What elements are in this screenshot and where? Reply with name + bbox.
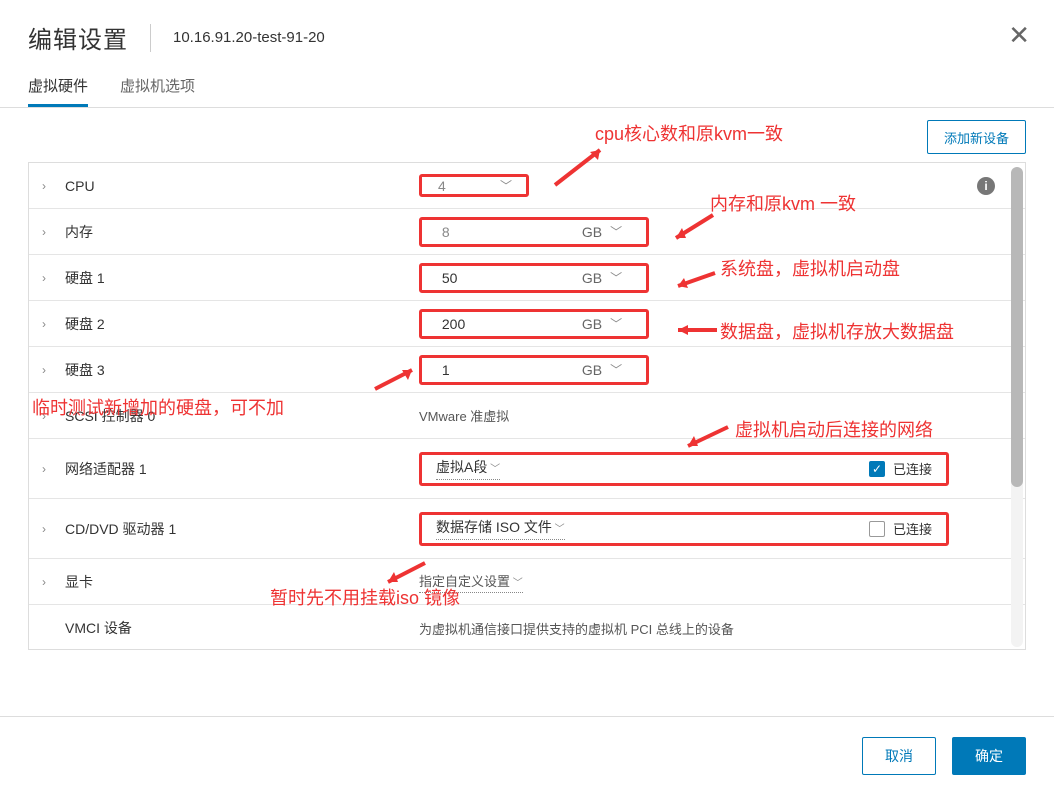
disk1-size-field[interactable]: GB ﹀ (419, 263, 649, 293)
cd-source-select[interactable]: 数据存储 ISO 文件 (436, 517, 565, 540)
ok-button[interactable]: 确定 (952, 737, 1026, 775)
row-network-adapter: › 网络适配器 1 虚拟A段 ✓ 已连接 (29, 439, 1025, 499)
row-memory: › 内存 GB ﹀ (29, 209, 1025, 255)
row-nic-label: 网络适配器 1 (59, 459, 419, 479)
row-vmci-value: 为虚拟机通信接口提供支持的虚拟机 PCI 总线上的设备 (419, 619, 734, 638)
tab-bar: 虚拟硬件 虚拟机选项 (0, 65, 1054, 108)
row-disk-3-label: 硬盘 3 (59, 360, 419, 380)
cd-connected-checkbox[interactable] (869, 521, 885, 537)
row-disk-1-label: 硬盘 1 (59, 268, 419, 288)
disk2-size-input[interactable] (432, 312, 572, 336)
chevron-down-icon: ﹀ (610, 315, 622, 332)
row-disk-2-label: 硬盘 2 (59, 314, 419, 334)
title-divider (150, 24, 151, 52)
row-scsi-label: SCSI 控制器 0 (59, 406, 419, 426)
expand-icon[interactable]: › (29, 179, 59, 193)
chevron-down-icon: ﹀ (610, 269, 622, 286)
chevron-down-icon: ﹀ (610, 361, 622, 378)
expand-icon[interactable]: › (29, 522, 59, 536)
vm-name: 10.16.91.20-test-91-20 (173, 29, 325, 46)
disk1-unit-select[interactable]: GB ﹀ (572, 269, 636, 286)
hardware-panel: › CPU 4 ﹀ i › 内存 GB (28, 162, 1026, 650)
row-vmci: VMCI 设备 为虚拟机通信接口提供支持的虚拟机 PCI 总线上的设备 (29, 605, 1025, 649)
expand-icon[interactable]: › (29, 409, 59, 423)
disk2-unit-select[interactable]: GB ﹀ (572, 315, 636, 332)
expand-icon[interactable]: › (29, 363, 59, 377)
nic-connected-checkbox[interactable]: ✓ (869, 461, 885, 477)
nic-network-select[interactable]: 虚拟A段 (436, 457, 500, 480)
memory-size-input[interactable] (432, 220, 572, 244)
row-cd-dvd: › CD/DVD 驱动器 1 数据存储 ISO 文件 已连接 (29, 499, 1025, 559)
row-cpu: › CPU 4 ﹀ i (29, 163, 1025, 209)
modal-header: 编辑设置 10.16.91.20-test-91-20 ✕ (0, 0, 1054, 65)
modal-footer: 取消 确定 (0, 716, 1054, 795)
row-scsi-value: VMware 准虚拟 (419, 406, 509, 425)
row-cpu-label: CPU (59, 178, 419, 194)
cd-connected-label: 已连接 (893, 519, 932, 538)
expand-icon[interactable]: › (29, 271, 59, 285)
tab-vm-options[interactable]: 虚拟机选项 (120, 75, 195, 107)
disk3-unit-select[interactable]: GB ﹀ (572, 361, 636, 378)
row-memory-label: 内存 (59, 222, 419, 242)
row-disk-1: › 硬盘 1 GB ﹀ (29, 255, 1025, 301)
info-icon[interactable]: i (977, 177, 995, 195)
expand-icon[interactable]: › (29, 225, 59, 239)
disk3-size-input[interactable] (432, 358, 572, 382)
chevron-down-icon: ﹀ (610, 223, 622, 240)
expand-icon[interactable]: › (29, 317, 59, 331)
row-disk-3: › 硬盘 3 GB ﹀ (29, 347, 1025, 393)
scrollbar-thumb[interactable] (1011, 167, 1023, 487)
disk1-size-input[interactable] (432, 266, 572, 290)
close-icon[interactable]: ✕ (1008, 22, 1030, 48)
row-disk-2: › 硬盘 2 GB ﹀ (29, 301, 1025, 347)
disk3-unit-value: GB (582, 362, 602, 378)
cd-connected-checkbox-wrap: 已连接 (869, 519, 932, 538)
memory-unit-select[interactable]: GB ﹀ (572, 223, 636, 240)
nic-network-field: 虚拟A段 ✓ 已连接 (419, 452, 949, 486)
chevron-down-icon: ﹀ (500, 177, 526, 194)
disk2-size-field[interactable]: GB ﹀ (419, 309, 649, 339)
disk3-size-field[interactable]: GB ﹀ (419, 355, 649, 385)
cpu-count-select[interactable]: 4 ﹀ (419, 174, 529, 197)
add-new-device-button[interactable]: 添加新设备 (927, 120, 1026, 154)
disk1-unit-value: GB (582, 270, 602, 286)
row-gpu-label: 显卡 (59, 572, 419, 592)
row-vmci-label: VMCI 设备 (59, 618, 419, 638)
edit-settings-modal: 编辑设置 10.16.91.20-test-91-20 ✕ 虚拟硬件 虚拟机选项… (0, 0, 1054, 795)
cpu-count-value: 4 (422, 178, 500, 194)
memory-unit-value: GB (582, 224, 602, 240)
row-video-card: › 显卡 指定自定义设置 (29, 559, 1025, 605)
tab-virtual-hardware[interactable]: 虚拟硬件 (28, 75, 88, 107)
row-cd-label: CD/DVD 驱动器 1 (59, 519, 419, 539)
disk2-unit-value: GB (582, 316, 602, 332)
modal-title: 编辑设置 (28, 20, 128, 55)
row-scsi-controller: › SCSI 控制器 0 VMware 准虚拟 (29, 393, 1025, 439)
cd-source-field: 数据存储 ISO 文件 已连接 (419, 512, 949, 546)
memory-size-field[interactable]: GB ﹀ (419, 217, 649, 247)
cancel-button[interactable]: 取消 (862, 737, 936, 775)
gpu-settings-select[interactable]: 指定自定义设置 (419, 571, 523, 593)
hardware-list: › CPU 4 ﹀ i › 内存 GB (29, 163, 1025, 649)
toolbar: 添加新设备 (0, 108, 1054, 162)
expand-icon[interactable]: › (29, 575, 59, 589)
nic-connected-checkbox-wrap: ✓ 已连接 (869, 459, 932, 478)
nic-connected-label: 已连接 (893, 459, 932, 478)
expand-icon[interactable]: › (29, 462, 59, 476)
